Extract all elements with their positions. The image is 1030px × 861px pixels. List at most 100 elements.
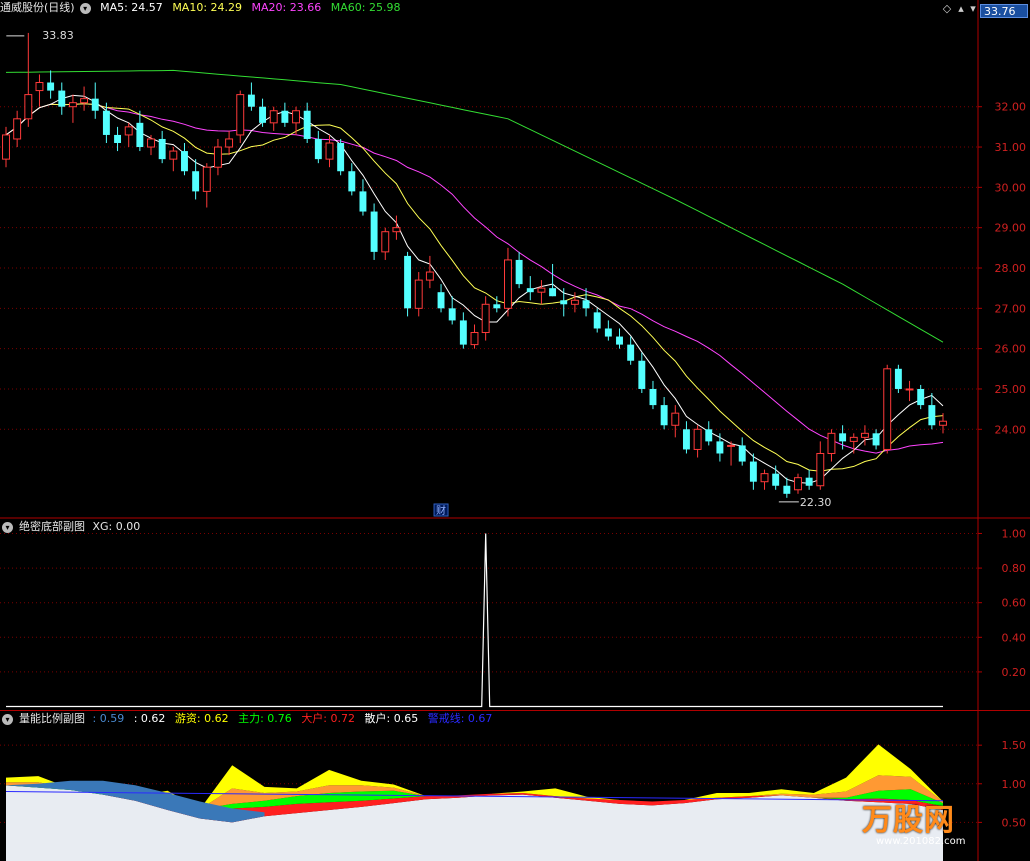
candle-body	[348, 171, 356, 192]
candle-body	[370, 211, 378, 252]
candle-body	[392, 227, 401, 233]
watermark-logo: 万股网	[862, 803, 955, 838]
candle-body	[314, 138, 322, 160]
ma5-label: MA5: 24.57	[100, 1, 163, 14]
main-title: 通威股份(日线)	[0, 1, 75, 14]
candle-body	[827, 432, 836, 454]
candle-body	[192, 171, 200, 192]
candle-body	[894, 368, 902, 389]
main-y-tick-label: 31.00	[995, 141, 1027, 154]
candle-body	[448, 308, 456, 321]
candle-body	[381, 231, 390, 253]
sub2-ind-3: 主力: 0.76	[238, 712, 292, 725]
candle-body	[616, 336, 623, 345]
candle-body	[80, 98, 89, 104]
sub2-ind-4: 大户: 0.72	[301, 712, 356, 725]
candle-body	[560, 300, 568, 305]
main-y-tick-label: 26.00	[995, 343, 1027, 356]
ma20-label: MA20: 23.66	[251, 1, 322, 14]
candle-body	[627, 344, 635, 361]
candle-body	[292, 110, 300, 124]
candle-body	[727, 444, 736, 447]
candle-body	[68, 102, 77, 108]
candle-body	[459, 320, 467, 345]
candle-body	[325, 142, 334, 160]
candle-body	[582, 300, 590, 309]
candle-body	[816, 452, 825, 487]
candle-body	[470, 332, 479, 346]
candle-body	[481, 303, 490, 334]
ma10-label: MA10: 24.29	[172, 1, 243, 14]
candle-body	[693, 428, 702, 450]
candle-body	[905, 388, 914, 391]
sub1-title: 绝密底部副图	[19, 520, 85, 533]
candle-body	[883, 368, 892, 450]
candle-body	[749, 461, 757, 482]
sub1-y-tick-label: 0.60	[1002, 597, 1027, 610]
candle-body	[169, 150, 178, 160]
sub1-header: ▾ 绝密底部副图 XG: 0.00	[0, 518, 146, 536]
diamond-icon[interactable]: ◇	[940, 2, 954, 16]
candle-body	[213, 146, 222, 168]
sub2-ind-1: : 0.62	[133, 712, 166, 725]
candle-body	[939, 420, 947, 426]
candle-body	[917, 388, 925, 406]
candle-body	[2, 134, 10, 160]
candle-body	[91, 98, 99, 111]
watermark-url: www.201082.com	[876, 836, 966, 847]
candle-body	[114, 134, 122, 143]
candle-body	[738, 445, 746, 462]
ma10-line	[5, 103, 944, 472]
candle-body	[425, 271, 434, 281]
sub2-ind-6: 警戒线: 0.67	[427, 712, 493, 725]
candle-body	[13, 118, 22, 140]
candle-body	[515, 259, 523, 285]
sub2-y-tick-label: 1.00	[1002, 778, 1027, 791]
candle-body	[537, 287, 546, 293]
candle-body	[281, 110, 289, 123]
candle-body	[181, 151, 188, 172]
sub2-y-tick-label: 0.50	[1002, 816, 1027, 829]
candle-body	[47, 82, 55, 91]
candle-body	[35, 82, 44, 92]
candle-body	[24, 94, 33, 120]
ma20-line	[5, 103, 944, 454]
candle-body	[660, 405, 668, 426]
candle-body	[303, 110, 311, 139]
down-arrow-icon[interactable]: ▾	[966, 2, 980, 16]
ma60-line	[5, 69, 944, 343]
candle-body	[716, 441, 724, 454]
candle-body	[414, 279, 423, 309]
candle-body	[772, 473, 780, 486]
main-y-tick-label: 25.00	[995, 383, 1027, 396]
main-y-tick-label: 27.00	[995, 302, 1027, 315]
candle-body	[158, 138, 166, 160]
sub1-y-tick-label: 0.80	[1002, 562, 1027, 575]
candle-body	[526, 288, 534, 293]
xg-label: XG: 0.00	[92, 520, 141, 533]
candle-body	[247, 94, 255, 107]
collapse-icon[interactable]: ▾	[2, 713, 13, 725]
candle-body	[604, 328, 612, 337]
candle-body	[570, 299, 579, 305]
candle-body	[269, 110, 278, 124]
candle-body	[147, 138, 155, 148]
collapse-icon[interactable]: ▾	[2, 521, 13, 533]
sub2-header: ▾ 量能比例副图 : 0.59 : 0.62 游资: 0.62 主力: 0.76 …	[0, 710, 498, 728]
sub1-y-tick-label: 0.40	[1002, 631, 1027, 644]
candle-body	[259, 106, 267, 123]
ma60-label: MA60: 25.98	[330, 1, 401, 14]
candle-body	[849, 436, 858, 442]
candle-body	[202, 166, 211, 192]
candle-body	[928, 405, 936, 426]
candle-body	[860, 432, 869, 438]
candle-body	[236, 94, 245, 136]
collapse-icon[interactable]: ▾	[79, 2, 91, 14]
candle-body	[136, 122, 144, 148]
sub1-y-tick-label: 1.00	[1002, 527, 1027, 540]
candle-body	[593, 312, 601, 329]
main-y-tick-label: 30.00	[995, 181, 1027, 194]
fin-marker-label: 财	[436, 504, 446, 517]
stock-chart[interactable]: 32.00 31.00 30.00 29.00 28.00 27.00 26.00 25.00…	[0, 0, 1030, 861]
current-price-badge: 33.76	[980, 4, 1028, 18]
